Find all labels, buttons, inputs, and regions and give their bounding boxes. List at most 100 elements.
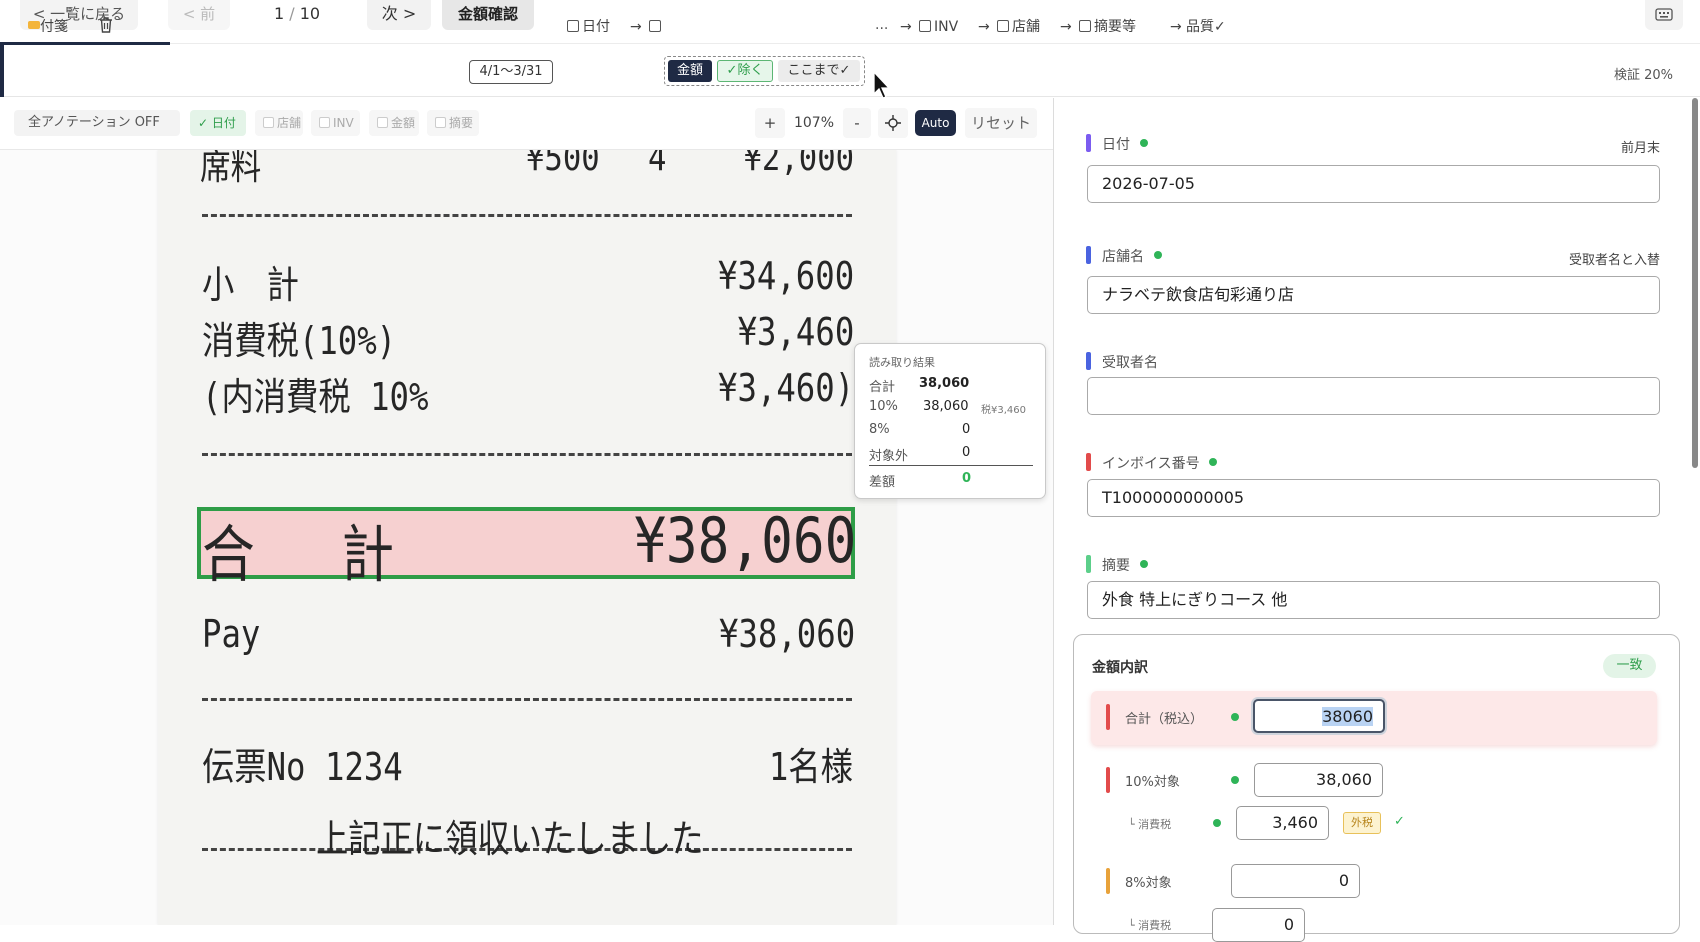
- annot-summary-toggle[interactable]: 摘要: [427, 110, 479, 136]
- invoice-field[interactable]: T1000000000005: [1087, 479, 1660, 517]
- total-value: ¥38,060: [633, 504, 856, 577]
- store-step-label: 店舗: [1012, 19, 1040, 35]
- workflow-accent: [0, 45, 4, 97]
- pay-value: ¥38,060: [718, 612, 855, 656]
- trash-button[interactable]: [98, 16, 114, 39]
- inner-tax-label: (内消費税 10%: [202, 375, 429, 419]
- summary-step-checkbox[interactable]: [1079, 20, 1091, 32]
- center-button[interactable]: [878, 108, 908, 138]
- step-summary[interactable]: 摘要等: [1079, 18, 1136, 36]
- step-inv[interactable]: INV: [919, 18, 958, 36]
- breakdown-title: 金額内訳: [1092, 660, 1148, 676]
- readout-tooltip: 読み取り結果 合計 38,060 10% 38,060 税¥3,460 8% 0…: [854, 343, 1046, 499]
- prev-button[interactable]: < 前: [168, 0, 230, 30]
- r8-tax-label: └ 消費税: [1128, 919, 1172, 932]
- pay-label: Pay: [202, 612, 261, 656]
- step-date[interactable]: 日付: [567, 18, 610, 36]
- tax-label: 消費税(10%): [202, 319, 397, 363]
- arrow-icon: →: [630, 19, 642, 35]
- readout-title: 読み取り結果: [869, 356, 935, 369]
- keyboard-shortcut-button[interactable]: [1645, 0, 1683, 30]
- readout-divider: [869, 465, 1033, 466]
- period-filter[interactable]: 4/1〜3/31: [469, 60, 553, 84]
- readout-row-label: 10%: [869, 399, 898, 414]
- receipt-item-price: ¥500: [526, 150, 600, 179]
- total-amount-input[interactable]: 38060: [1253, 699, 1385, 733]
- zoom-in-button[interactable]: +: [755, 108, 785, 138]
- recipient-field[interactable]: [1087, 377, 1660, 415]
- annot-inv-toggle[interactable]: INV: [311, 110, 360, 136]
- date-color-bar: [1086, 134, 1091, 152]
- readout-diff-value: 0: [962, 471, 972, 486]
- mouse-cursor-icon: [873, 70, 891, 99]
- match-badge: 一致: [1603, 654, 1656, 678]
- receipt-viewer[interactable]: 席料 ¥500 4 ¥2,000 小 計 ¥34,600 消費税(10%) ¥3…: [0, 150, 1053, 925]
- inv-step-checkbox[interactable]: [919, 20, 931, 32]
- amount-confirm-tab[interactable]: 金額確認: [442, 0, 534, 30]
- invoice-status-dot: [1209, 458, 1217, 466]
- keyboard-icon: [1655, 8, 1673, 21]
- tax-check-icon: ✓: [1394, 814, 1405, 829]
- store-step-checkbox[interactable]: [997, 20, 1009, 32]
- annot-date-label: 日付: [211, 116, 236, 130]
- total-label: 合 計: [202, 518, 412, 591]
- annot-store-label: 店舗: [277, 116, 302, 130]
- panel-scrollbar[interactable]: [1692, 98, 1698, 468]
- step-quality[interactable]: 品質✓: [1186, 18, 1226, 36]
- readout-row-label: 8%: [869, 422, 890, 437]
- r8-color-bar: [1106, 868, 1110, 894]
- annot-date-toggle[interactable]: ✓ 日付: [190, 110, 246, 136]
- zoom-out-button[interactable]: -: [843, 108, 871, 138]
- more-ellipsis: ...: [875, 17, 889, 33]
- receipt-footer: 上記正に領収いたしました: [316, 817, 704, 861]
- annot-inv-label: INV: [333, 116, 354, 130]
- check-icon: ✓: [198, 116, 212, 130]
- outer-tax-badge[interactable]: 外税: [1343, 812, 1381, 834]
- summary-field[interactable]: 外食 特上にぎりコース 他: [1087, 581, 1660, 619]
- annot-store-toggle[interactable]: 店舗: [255, 110, 303, 136]
- arrow-icon: →: [1060, 19, 1072, 35]
- store-field[interactable]: ナラベテ飲食店旬彩通り店: [1087, 276, 1660, 314]
- r8-label: 8%対象: [1125, 876, 1172, 891]
- date-field[interactable]: 2026-07-05: [1087, 165, 1660, 203]
- r10-amount-input[interactable]: 38,060: [1254, 763, 1383, 797]
- subtotal-label: 小 計: [202, 263, 299, 307]
- r10-tax-input[interactable]: 3,460: [1236, 806, 1329, 840]
- reset-button[interactable]: リセット: [965, 108, 1037, 138]
- inv-step-label: INV: [934, 19, 959, 35]
- annot-amount-toggle[interactable]: 金額: [369, 110, 419, 136]
- auto-fit-button[interactable]: Auto: [915, 110, 956, 136]
- crosshair-icon: [885, 115, 901, 131]
- r8-amount-input[interactable]: 0: [1231, 864, 1360, 898]
- readout-row: 合計: [869, 376, 895, 395]
- step-store[interactable]: 店舗: [997, 18, 1040, 36]
- summary-step-label: 摘要等: [1094, 19, 1136, 35]
- page-current: 1: [273, 4, 285, 23]
- store-status-dot: [1154, 251, 1162, 259]
- receipt-divider: [202, 698, 852, 701]
- summary-label: 摘要: [1102, 558, 1130, 574]
- r10-label: 10%対象: [1125, 775, 1180, 790]
- sticky-label: 付箋: [40, 19, 68, 35]
- arrow-icon: →: [978, 19, 990, 35]
- prev-month-end-link[interactable]: 前月末: [1580, 137, 1660, 156]
- date-status-dot: [1140, 139, 1148, 147]
- r10-tax-label: └ 消費税: [1128, 818, 1172, 831]
- exclude-chip[interactable]: ✓除く: [717, 60, 773, 82]
- receipt-divider: [202, 453, 852, 456]
- swap-recipient-link[interactable]: 受取者名と入替: [1540, 249, 1660, 268]
- total-color-bar: [1106, 704, 1110, 730]
- amount-step-checkbox[interactable]: [649, 18, 664, 36]
- invoice-label: インボイス番号: [1102, 456, 1200, 472]
- invoice-color-bar: [1086, 453, 1091, 471]
- verify-progress: 検証 20%: [1614, 68, 1674, 83]
- all-annotations-toggle[interactable]: 全アノテーション OFF: [14, 110, 180, 136]
- date-step-checkbox[interactable]: [567, 20, 579, 32]
- next-button[interactable]: 次 >: [367, 0, 431, 30]
- r8-tax-input[interactable]: 0: [1212, 908, 1305, 942]
- sticky-note-button[interactable]: 付箋: [28, 18, 68, 36]
- amount-chip[interactable]: 金額: [668, 60, 712, 82]
- up-to-here-chip[interactable]: ここまで✓: [778, 60, 860, 82]
- page-indicator: 1 / 10: [262, 0, 332, 30]
- total-status-dot: [1231, 713, 1239, 721]
